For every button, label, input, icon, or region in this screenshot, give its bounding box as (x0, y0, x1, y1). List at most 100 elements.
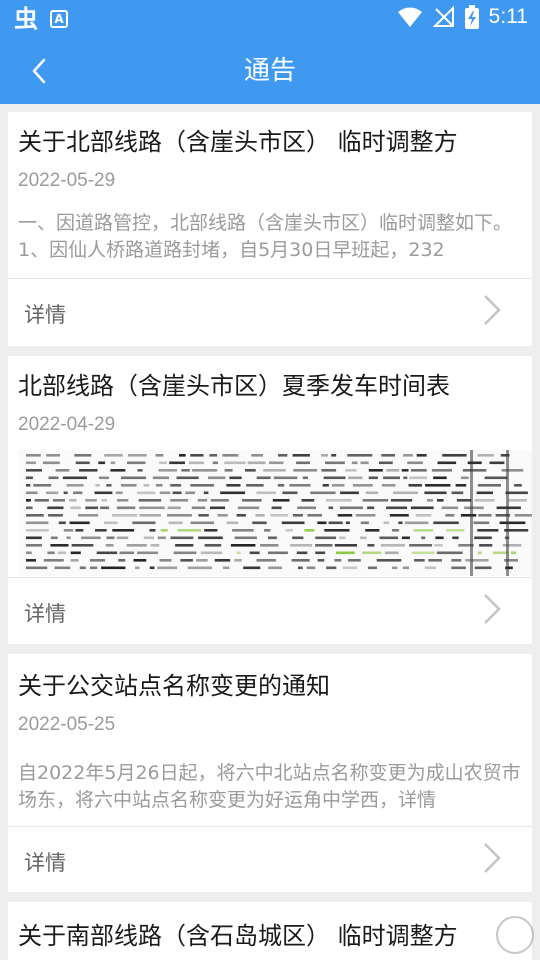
detail-button[interactable]: 详情 (8, 578, 532, 644)
detail-label: 详情 (24, 602, 66, 626)
timetable-mark (293, 469, 318, 472)
timetable-mark (381, 484, 396, 487)
timetable-mark (325, 461, 345, 465)
timetable-mark (434, 544, 443, 547)
timetable-mark (81, 536, 101, 540)
timetable-mark (281, 521, 305, 525)
timetable-mark (273, 476, 298, 480)
timetable-mark (53, 499, 65, 502)
timetable-mark (226, 484, 241, 487)
detail-label: 详情 (24, 303, 66, 327)
timetable-mark (26, 454, 41, 457)
timetable-mark (26, 506, 33, 510)
timetable-mark (224, 461, 246, 465)
notice-card[interactable]: 关于公交站点名称变更的通知 2022-05-25 自2022年5月26日起，将六… (8, 654, 532, 892)
timetable-mark (437, 461, 457, 465)
timetable-mark (264, 529, 271, 532)
notice-summary: 自2022年5月26日起，将六中北站点名称变更为成山农贸市场东，将六中站点名称变… (18, 762, 521, 811)
notice-list[interactable]: 关于北部线路（含崖头市区） 临时调整方 2022-05-29 一、因道路管控，北… (0, 104, 540, 960)
status-time: 5:11 (488, 5, 528, 28)
timetable-mark (98, 461, 106, 465)
timetable-mark (26, 491, 38, 495)
timetable-mark (200, 551, 222, 555)
timetable-mark (292, 514, 303, 517)
timetable-mark (26, 461, 36, 465)
timetable-mark (47, 551, 55, 555)
notice-card[interactable]: 北部线路（含崖头市区）夏季发车时间表 2022-04-29 详情 (8, 356, 532, 644)
timetable-mark (392, 566, 398, 570)
timetable-column-line (470, 450, 473, 576)
timetable-mark (462, 469, 487, 472)
timetable-mark (237, 506, 260, 510)
timetable-mark (411, 551, 435, 555)
timetable-mark (69, 499, 77, 502)
timetable-mark (441, 506, 459, 510)
timetable-mark (157, 566, 178, 570)
timetable-mark (251, 454, 263, 457)
timetable-mark (152, 476, 169, 480)
timetable-mark (180, 559, 193, 562)
notice-card[interactable]: 关于南部线路（含石岛城区） 临时调整方 (8, 902, 532, 960)
timetable-mark (410, 469, 427, 472)
timetable-mark (347, 454, 373, 457)
timetable-mark (155, 454, 164, 457)
timetable-mark (139, 506, 165, 510)
notice-date: 2022-05-25 (18, 714, 116, 735)
detail-button[interactable]: 详情 (8, 827, 532, 893)
timetable-mark (384, 551, 399, 555)
timetable-mark (198, 514, 209, 517)
timetable-mark (135, 566, 140, 570)
timetable-mark (104, 521, 118, 525)
timetable-mark (402, 566, 410, 570)
timetable-mark (501, 469, 524, 472)
status-bar: 虫 A 5:11 (0, 0, 540, 38)
timetable-mark (127, 454, 147, 457)
notice-date: 2022-04-29 (18, 414, 116, 435)
signal-off-icon (432, 6, 454, 27)
timetable-mark (26, 566, 48, 570)
watermark (496, 916, 534, 954)
timetable-mark (70, 559, 79, 562)
timetable-mark (169, 461, 185, 465)
timetable-mark (172, 491, 182, 495)
timetable-mark (267, 551, 288, 555)
timetable-mark (489, 461, 505, 465)
timetable-mark (297, 506, 317, 510)
timetable-mark (94, 491, 113, 495)
timetable-mark (383, 521, 390, 525)
timetable-mark (74, 454, 92, 457)
timetable-mark (321, 454, 328, 457)
timetable-mark (85, 499, 97, 502)
timetable-mark (474, 536, 492, 540)
timetable-mark (414, 559, 425, 562)
timetable-thumbnail[interactable] (18, 450, 532, 576)
timetable-mark (26, 544, 42, 547)
timetable-mark (73, 491, 83, 495)
timetable-mark (222, 454, 239, 457)
timetable-mark (173, 551, 197, 555)
timetable-mark (63, 529, 74, 532)
timetable-mark (479, 544, 493, 547)
timetable-mark (133, 559, 147, 562)
detail-button[interactable]: 详情 (8, 279, 532, 345)
timetable-mark (408, 484, 422, 487)
timetable-mark (212, 461, 219, 465)
timetable-mark (78, 514, 99, 517)
timetable-mark (26, 476, 33, 480)
timetable-mark (156, 484, 163, 487)
timetable-mark (282, 491, 298, 495)
timetable-mark (451, 559, 462, 562)
notice-card[interactable]: 关于北部线路（含崖头市区） 临时调整方 2022-05-29 一、因道路管控，北… (8, 112, 532, 346)
timetable-mark (204, 529, 218, 532)
timetable-mark (89, 559, 105, 562)
timetable-mark (383, 476, 400, 480)
timetable-mark (236, 514, 246, 517)
timetable-mark (185, 491, 195, 495)
timetable-mark (120, 476, 147, 480)
timetable-mark (345, 521, 350, 525)
timetable-mark (112, 529, 135, 532)
notice-date: 2022-05-29 (18, 170, 116, 191)
timetable-mark (75, 529, 84, 532)
timetable-mark (116, 536, 129, 540)
timetable-mark (209, 454, 218, 457)
